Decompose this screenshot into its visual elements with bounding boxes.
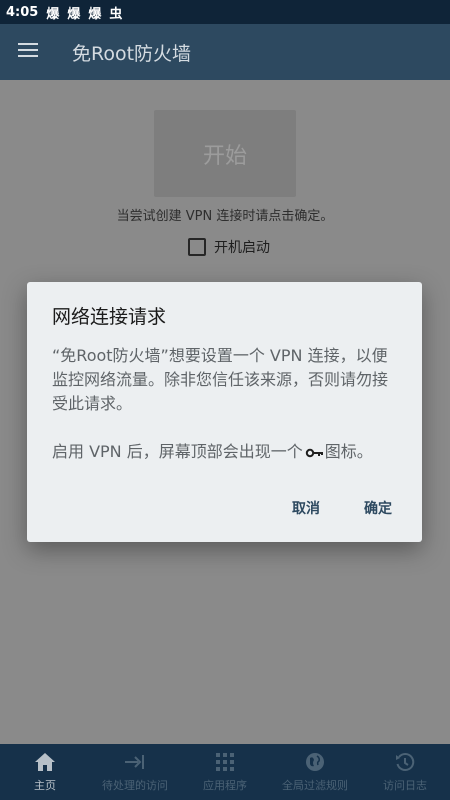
globe-icon [304, 751, 326, 773]
ok-button[interactable]: 确定 [350, 492, 406, 524]
nav-item-apps[interactable]: 应用程序 [180, 744, 270, 800]
notification-icon: 爆 [46, 6, 60, 22]
nav-item-global-rules[interactable]: 全局过滤规则 [270, 744, 360, 800]
bottom-navigation: 主页 待处理的访问 应用程序 全局过滤规则 访问日志 [0, 744, 450, 800]
dialog-body: “免Root防火墙”想要设置一个 VPN 连接，以便监控网络流量。除非您信任该来… [52, 344, 402, 489]
nav-label-home: 主页 [34, 779, 56, 792]
status-time: 4:05 [6, 4, 39, 20]
dialog-actions: 取消 确定 [278, 492, 406, 524]
boot-start-checkbox[interactable] [188, 238, 206, 256]
status-bar: 4:05 爆 爆 爆 虫 [0, 0, 450, 24]
vpn-request-dialog: 网络连接请求 “免Root防火墙”想要设置一个 VPN 连接，以便监控网络流量。… [27, 282, 422, 542]
dialog-vpn-note-text: 启用 VPN 后，屏幕顶部会出现一个 [52, 442, 303, 461]
nav-item-pending[interactable]: 待处理的访问 [90, 744, 180, 800]
dialog-vpn-note: 启用 VPN 后，屏幕顶部会出现一个 图标。 [52, 440, 402, 465]
menu-button[interactable] [0, 24, 56, 80]
hint-text: 当尝试创建 VPN 连接时请点击确定。 [116, 209, 334, 224]
nav-label-access-log: 访问日志 [383, 779, 427, 792]
dialog-message: “免Root防火墙”想要设置一个 VPN 连接，以便监控网络流量。除非您信任该来… [52, 346, 389, 413]
boot-start-row[interactable]: 开机启动 [188, 237, 270, 257]
history-icon [394, 751, 416, 773]
apps-grid-icon [214, 751, 236, 773]
nav-item-home[interactable]: 主页 [0, 744, 90, 800]
notification-icon: 爆 [88, 6, 102, 22]
boot-start-label: 开机启动 [214, 240, 270, 256]
cancel-button[interactable]: 取消 [278, 492, 334, 524]
notification-icon: 虫 [109, 6, 123, 22]
vpn-key-icon [305, 441, 323, 465]
start-button[interactable]: 开始 [154, 110, 296, 197]
home-icon [34, 751, 56, 773]
app-bar: 免Root防火墙 [0, 24, 450, 80]
nav-item-access-log[interactable]: 访问日志 [360, 744, 450, 800]
arrow-to-bar-icon [124, 751, 146, 773]
dialog-title: 网络连接请求 [52, 306, 167, 328]
nav-label-apps: 应用程序 [203, 779, 247, 792]
nav-label-pending: 待处理的访问 [102, 779, 168, 792]
notification-icon: 爆 [67, 6, 81, 22]
nav-label-global-rules: 全局过滤规则 [282, 779, 348, 792]
app-title: 免Root防火墙 [72, 42, 192, 65]
dialog-vpn-note-end: 图标。 [324, 442, 373, 461]
menu-icon [18, 42, 38, 62]
